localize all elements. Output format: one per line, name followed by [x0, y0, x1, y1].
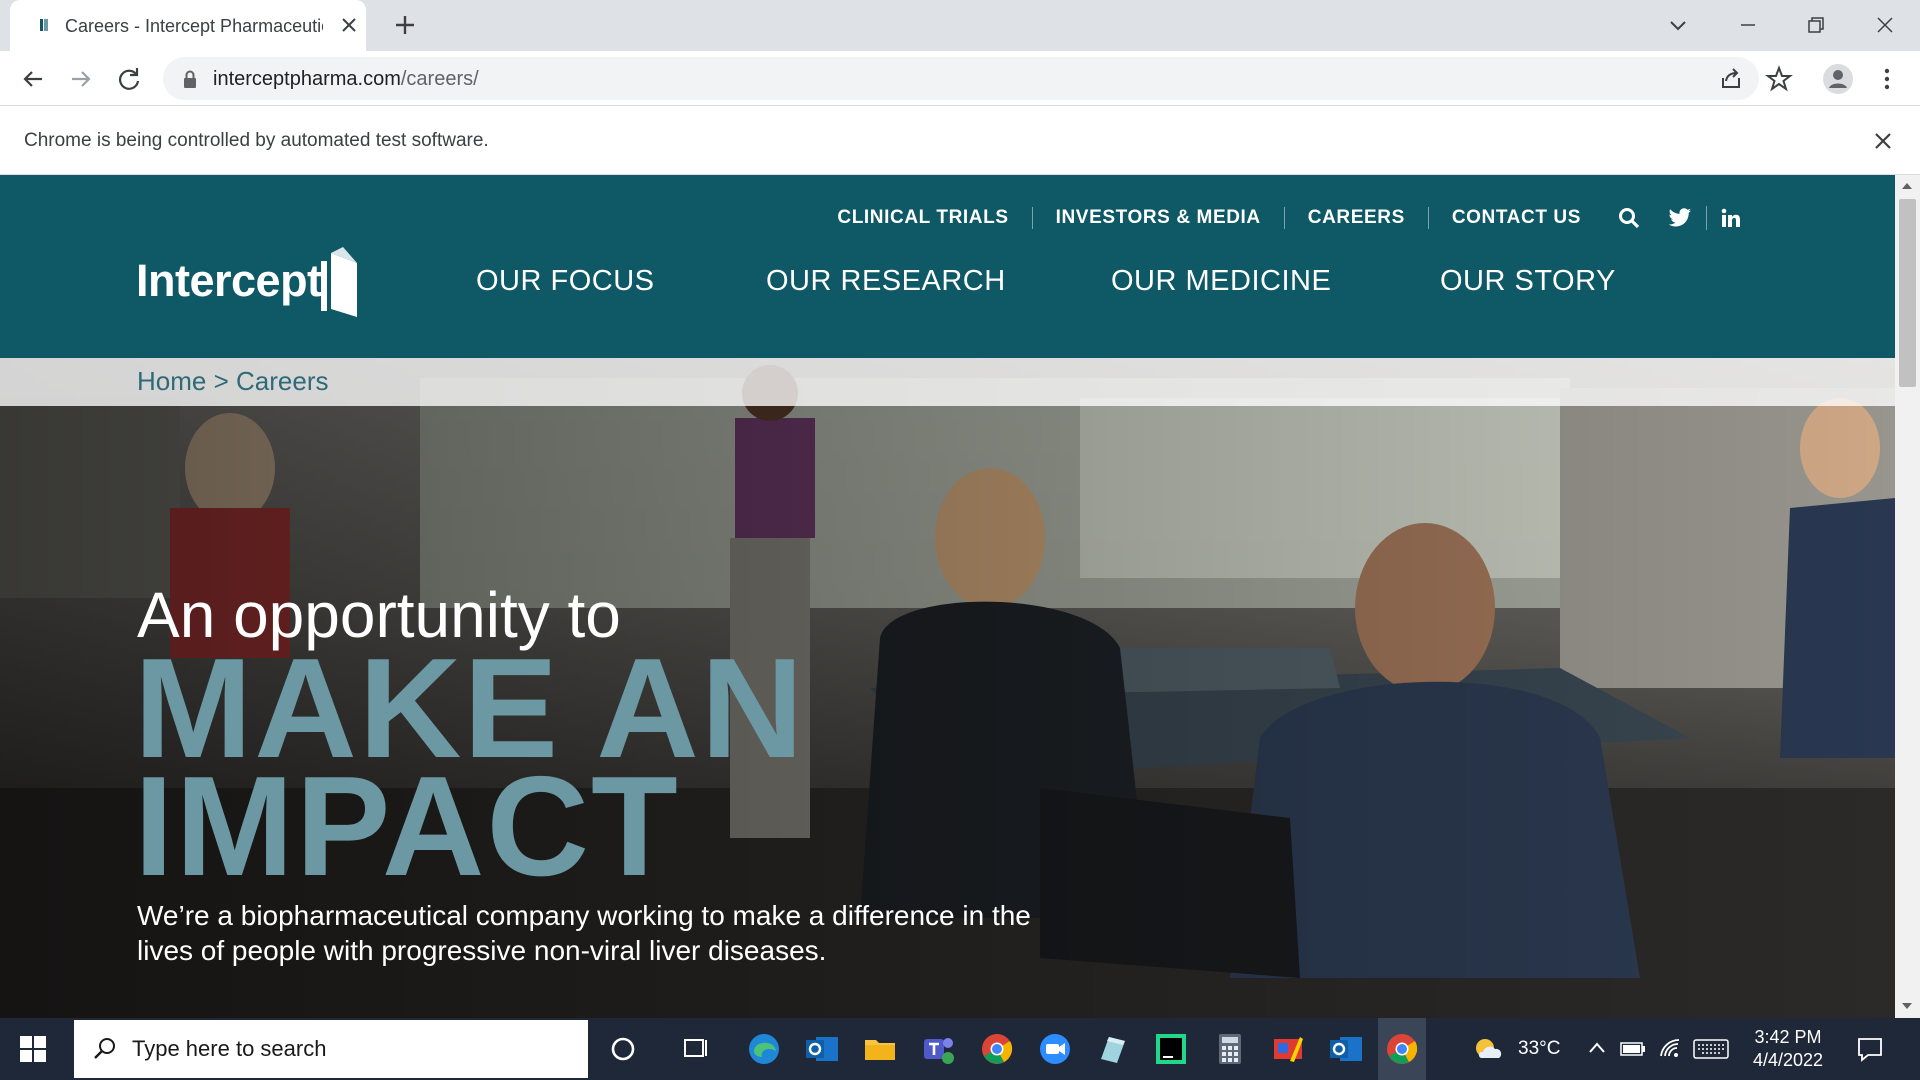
search-button[interactable] [1604, 206, 1654, 230]
close-window-icon[interactable] [1870, 10, 1900, 40]
logo-mark-icon [321, 247, 357, 317]
edge-icon[interactable] [746, 1031, 782, 1067]
hero-description: We’re a biopharmaceutical company workin… [137, 898, 1137, 968]
tab-search-chevron-icon[interactable] [1663, 10, 1693, 40]
reload-icon[interactable] [114, 64, 144, 94]
wifi-icon[interactable] [1658, 1036, 1684, 1060]
breadcrumb-bar: Home > Careers [0, 358, 1895, 406]
breadcrumb-separator: > [213, 366, 229, 396]
taskbar-active-chrome[interactable] [1378, 1018, 1426, 1080]
search-placeholder: Type here to search [132, 1036, 327, 1061]
forward-icon[interactable] [66, 64, 96, 94]
chrome-icon [1387, 1034, 1418, 1064]
more-menu-icon[interactable] [1872, 64, 1902, 94]
search-icon [1619, 208, 1640, 229]
pycharm-icon[interactable] [1153, 1031, 1189, 1067]
hero-section: Home > Careers An opportunity to MAKE AN… [0, 358, 1895, 1018]
keyboard-icon[interactable] [1693, 1038, 1729, 1060]
chrome-icon[interactable] [979, 1031, 1015, 1067]
scrollbar-thumb[interactable] [1899, 199, 1916, 387]
restore-icon[interactable] [1801, 10, 1831, 40]
tab-strip: Careers - Intercept Pharmaceutic [0, 0, 1920, 51]
nav-our-story[interactable]: OUR STORY [1440, 265, 1616, 298]
address-bar[interactable]: interceptpharma.com/careers/ [163, 57, 1759, 100]
file-explorer-icon[interactable] [862, 1031, 898, 1067]
outlook-icon[interactable] [1328, 1031, 1364, 1067]
scroll-down-icon[interactable] [1901, 1001, 1913, 1011]
automation-infobar: Chrome is being controlled by automated … [0, 106, 1920, 175]
back-icon[interactable] [18, 64, 48, 94]
nav-careers[interactable]: CAREERS [1283, 207, 1428, 229]
tab-title: Careers - Intercept Pharmaceutic [65, 16, 323, 36]
breadcrumb-home[interactable]: Home [137, 366, 206, 396]
teams-icon[interactable] [920, 1031, 956, 1067]
taskbar-search-box[interactable]: Type here to search [74, 1020, 588, 1078]
search-icon [94, 1038, 115, 1059]
share-icon[interactable] [1716, 64, 1746, 94]
battery-icon[interactable] [1620, 1040, 1646, 1058]
paint-icon[interactable] [1270, 1031, 1306, 1067]
notes-icon[interactable] [1095, 1031, 1131, 1067]
hero-title: MAKE AN IMPACT [134, 638, 805, 898]
windows-start-icon[interactable] [20, 1036, 46, 1062]
intercept-favicon-icon [40, 19, 48, 31]
profile-avatar-icon[interactable] [1822, 63, 1854, 95]
close-infobar-icon[interactable] [1872, 130, 1894, 152]
intercept-logo[interactable]: Intercept [136, 247, 366, 317]
utility-nav: CLINICAL TRIALS INVESTORS & MEDIA CAREER… [814, 203, 1755, 233]
zoom-icon[interactable] [1037, 1031, 1073, 1067]
nav-our-research[interactable]: OUR RESEARCH [766, 265, 1006, 298]
hero-description-line2: lives of people with progressive non-vir… [137, 935, 827, 966]
breadcrumb: Home > Careers [137, 366, 329, 397]
nav-our-focus[interactable]: OUR FOCUS [476, 265, 655, 298]
lock-icon[interactable] [181, 69, 199, 89]
calculator-icon[interactable] [1212, 1031, 1248, 1067]
task-view-icon[interactable] [678, 1031, 714, 1067]
minimize-icon[interactable] [1733, 10, 1763, 40]
scroll-up-icon[interactable] [1901, 181, 1913, 191]
clock-date: 4/4/2022 [1752, 1050, 1824, 1070]
browser-tab[interactable]: Careers - Intercept Pharmaceutic [10, 0, 366, 51]
bookmark-star-icon[interactable] [1764, 64, 1794, 94]
clock-time: 3:42 PM [1754, 1027, 1822, 1047]
hero-description-line1: We’re a biopharmaceutical company workin… [137, 900, 1031, 931]
web-page: CLINICAL TRIALS INVESTORS & MEDIA CAREER… [0, 175, 1895, 1018]
new-tab-icon[interactable] [392, 12, 418, 38]
site-header: CLINICAL TRIALS INVESTORS & MEDIA CAREER… [0, 175, 1895, 358]
breadcrumb-current: Careers [236, 366, 329, 396]
notifications-icon[interactable] [1856, 1035, 1884, 1063]
nav-investors-media[interactable]: INVESTORS & MEDIA [1031, 207, 1284, 229]
infobar-message: Chrome is being controlled by automated … [24, 130, 489, 151]
cortana-icon[interactable] [605, 1031, 641, 1067]
url-path: /careers/ [400, 68, 479, 90]
url-domain: interceptpharma.com [213, 68, 401, 90]
url-text: interceptpharma.com/careers/ [213, 68, 479, 91]
logo-text: Intercept [136, 255, 322, 306]
twitter-link[interactable] [1654, 206, 1706, 230]
weather-temperature[interactable]: 33°C [1518, 1038, 1560, 1060]
twitter-icon [1668, 208, 1691, 227]
system-clock[interactable]: 3:42 PM 4/4/2022 [1745, 1026, 1831, 1072]
outlook-icon[interactable] [804, 1031, 840, 1067]
windows-taskbar: Type here to search 33°C 3:42 PM 4/4/202… [0, 1018, 1920, 1080]
nav-contact-us[interactable]: CONTACT US [1427, 207, 1604, 229]
browser-toolbar: interceptpharma.com/careers/ [0, 51, 1920, 106]
chevron-up-icon[interactable] [1587, 1040, 1607, 1056]
linkedin-link[interactable] [1706, 206, 1755, 230]
nav-our-medicine[interactable]: OUR MEDICINE [1111, 265, 1331, 298]
page-scrollbar[interactable] [1895, 175, 1920, 1018]
linkedin-icon [1721, 208, 1740, 227]
close-tab-icon[interactable] [338, 14, 360, 36]
nav-clinical-trials[interactable]: CLINICAL TRIALS [814, 207, 1031, 229]
weather-icon[interactable] [1473, 1036, 1503, 1062]
